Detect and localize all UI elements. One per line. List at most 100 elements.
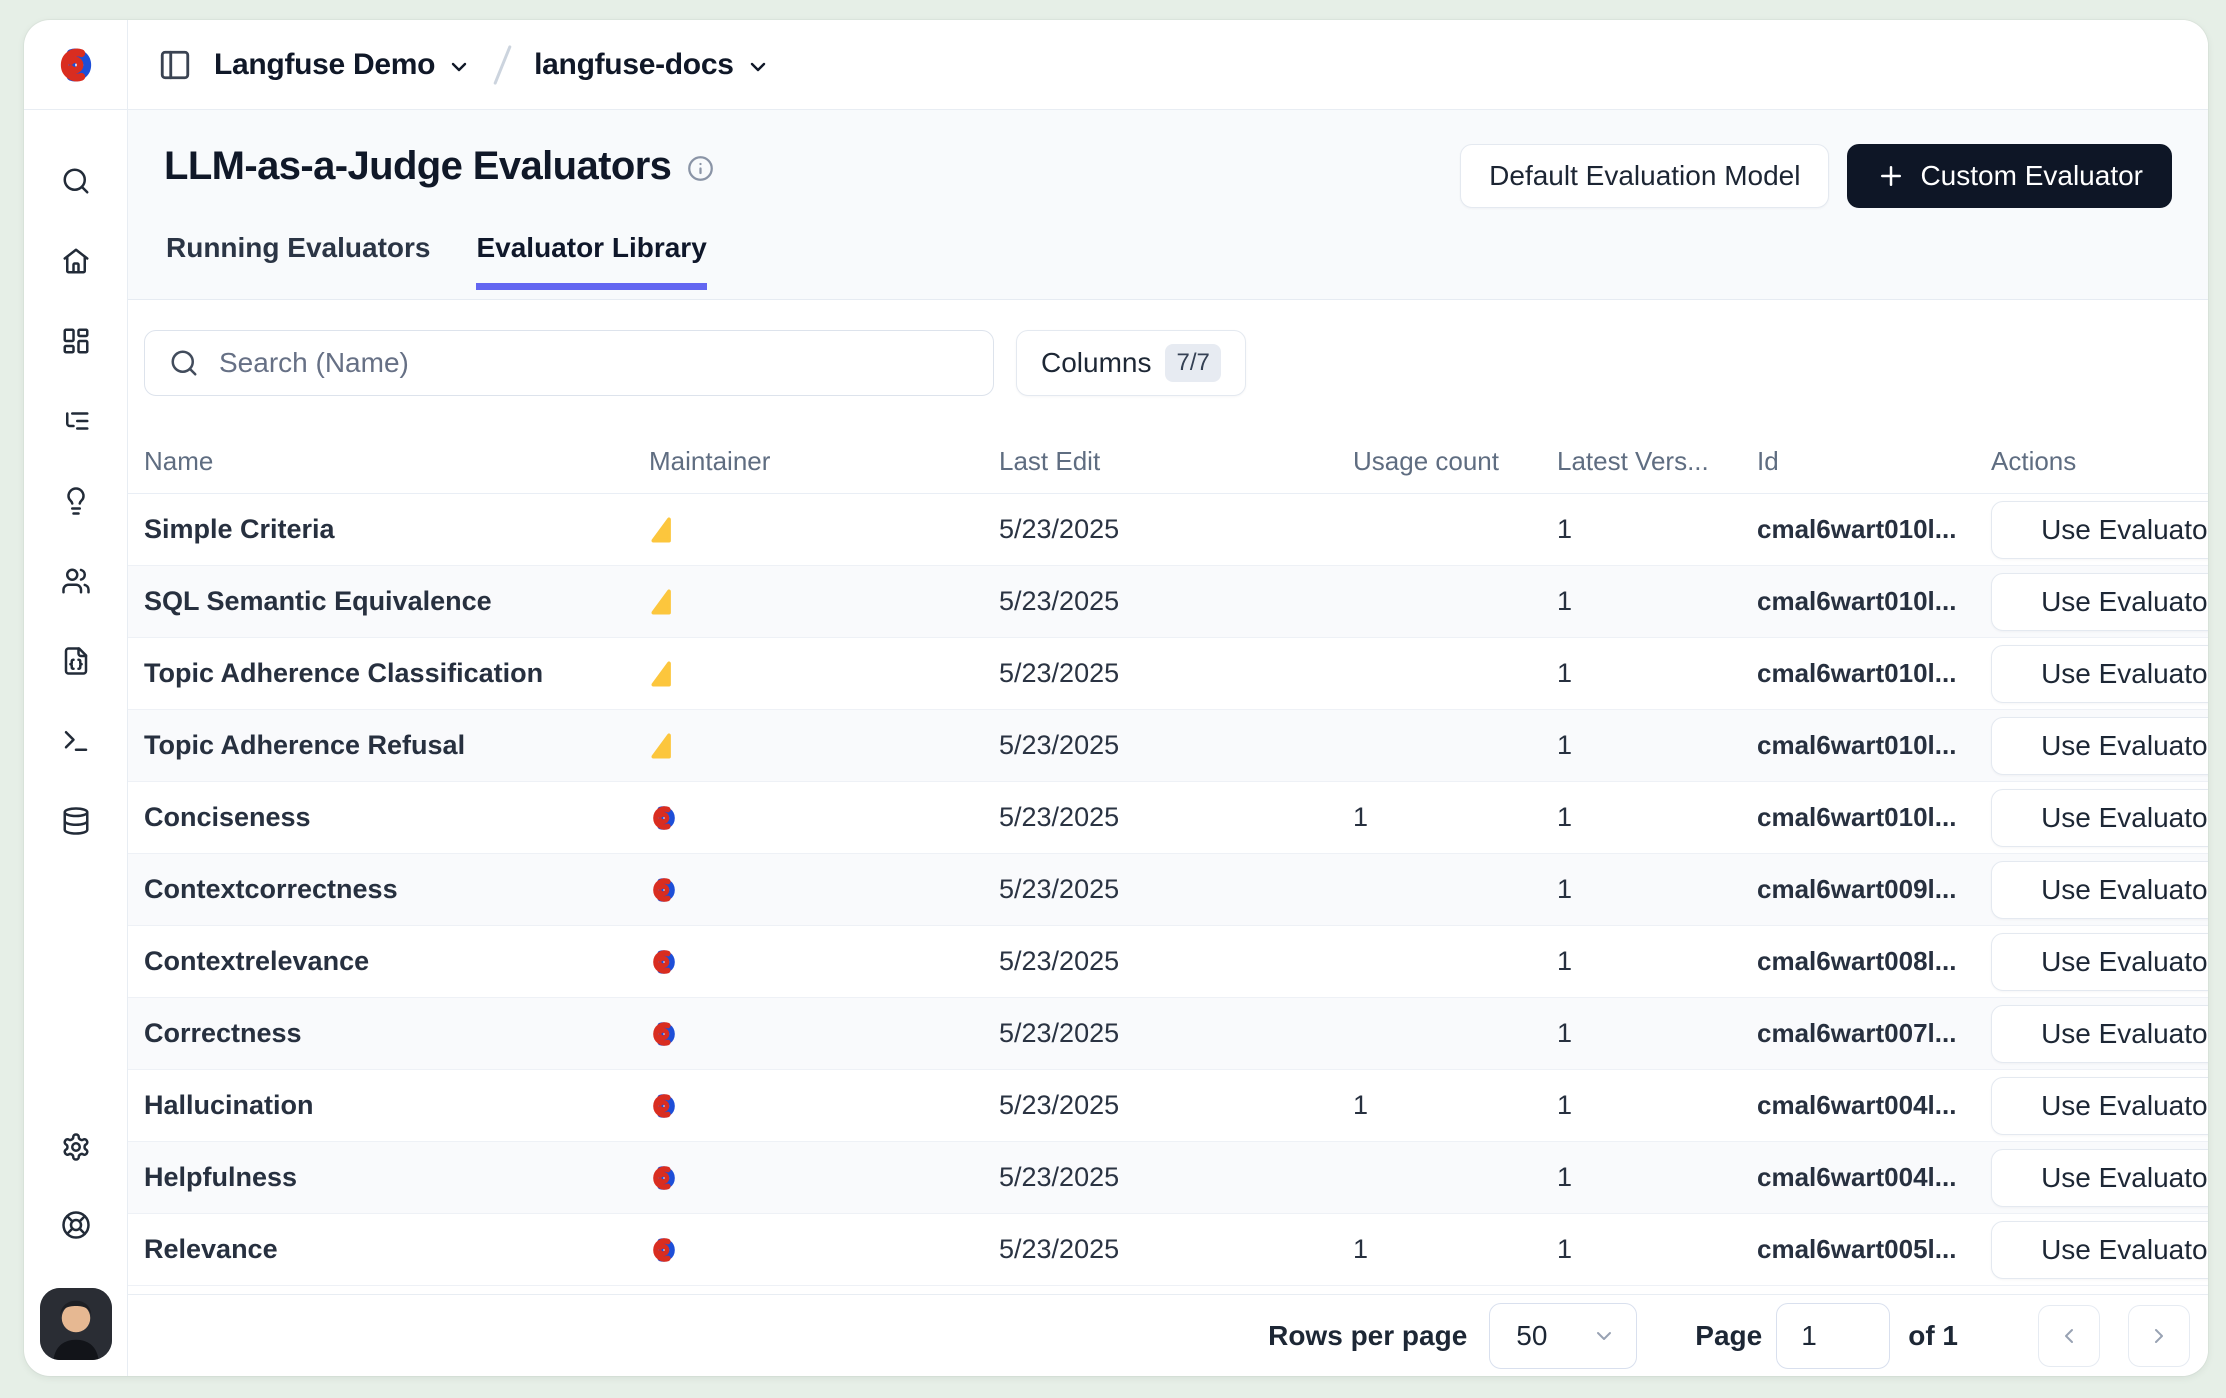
row-latest-version: 1 <box>1557 1234 1757 1265</box>
sidebar-toggle-icon[interactable] <box>158 48 192 82</box>
settings-icon[interactable] <box>61 1132 91 1162</box>
row-latest-version: 1 <box>1557 514 1757 545</box>
dashboard-icon[interactable] <box>61 326 91 356</box>
langfuse-logo[interactable] <box>24 20 127 110</box>
use-evaluator-button[interactable]: Use Evaluator <box>1991 789 2208 847</box>
table-row: Contextrelevance 5/23/2025 1 cmal6wart00… <box>128 926 2208 998</box>
org-switcher[interactable]: Langfuse Demo <box>214 48 471 82</box>
row-id: cmal6wart004l... <box>1757 1162 1991 1193</box>
row-latest-version: 1 <box>1557 730 1757 761</box>
terminal-icon[interactable] <box>61 726 91 756</box>
project-switcher[interactable]: langfuse-docs <box>534 48 769 82</box>
row-id: cmal6wart007l... <box>1757 1018 1991 1049</box>
table-row: SQL Semantic Equivalence 5/23/2025 1 cma… <box>128 566 2208 638</box>
column-header-latest-version: Latest Vers... <box>1557 446 1757 477</box>
row-latest-version: 1 <box>1557 1162 1757 1193</box>
tree-list-icon[interactable] <box>61 406 91 436</box>
table-row: Topic Adherence Classification 5/23/2025… <box>128 638 2208 710</box>
row-usage-count: 1 <box>1353 1090 1557 1121</box>
use-evaluator-button[interactable]: Use Evaluator <box>1991 717 2208 775</box>
column-header-actions: Actions <box>1991 446 2208 477</box>
lifebuoy-icon[interactable] <box>61 1210 91 1240</box>
rows-per-page-value: 50 <box>1516 1320 1547 1352</box>
maintainer-langfuse-icon <box>649 947 999 977</box>
page-number-input[interactable] <box>1776 1303 1890 1369</box>
default-evaluation-model-button[interactable]: Default Evaluation Model <box>1460 144 1829 208</box>
custom-evaluator-label: Custom Evaluator <box>1920 160 2143 192</box>
previous-page-button[interactable] <box>2038 1305 2100 1367</box>
users-icon[interactable] <box>61 566 91 596</box>
row-id: cmal6wart004l... <box>1757 1090 1991 1121</box>
row-last-edit: 5/23/2025 <box>999 658 1353 689</box>
row-last-edit: 5/23/2025 <box>999 1162 1353 1193</box>
column-header-last-edit: Last Edit <box>999 446 1353 477</box>
use-evaluator-button[interactable]: Use Evaluator <box>1991 1149 2208 1207</box>
row-name: Hallucination <box>144 1090 649 1121</box>
use-evaluator-button[interactable]: Use Evaluator <box>1991 573 2208 631</box>
tab-evaluator-library[interactable]: Evaluator Library <box>476 232 706 290</box>
search-input[interactable] <box>217 346 969 380</box>
row-latest-version: 1 <box>1557 802 1757 833</box>
row-latest-version: 1 <box>1557 1018 1757 1049</box>
maintainer-ragas-icon <box>649 515 999 545</box>
table-row: Hallucination 5/23/2025 1 1 cmal6wart004… <box>128 1070 2208 1142</box>
table-row: Relevance 5/23/2025 1 1 cmal6wart005l...… <box>128 1214 2208 1286</box>
search-icon[interactable] <box>61 166 91 196</box>
row-name: Relevance <box>144 1234 649 1265</box>
page-title: LLM-as-a-Judge Evaluators <box>164 144 671 189</box>
custom-evaluator-button[interactable]: Custom Evaluator <box>1847 144 2172 208</box>
row-id: cmal6wart005l... <box>1757 1234 1991 1265</box>
maintainer-langfuse-icon <box>649 1163 999 1193</box>
row-latest-version: 1 <box>1557 946 1757 977</box>
row-id: cmal6wart010l... <box>1757 802 1991 833</box>
use-evaluator-button[interactable]: Use Evaluator <box>1991 501 2208 559</box>
home-icon[interactable] <box>61 246 91 276</box>
columns-count-badge: 7/7 <box>1165 344 1220 382</box>
columns-button[interactable]: Columns 7/7 <box>1016 330 1246 396</box>
row-id: cmal6wart010l... <box>1757 658 1991 689</box>
maintainer-langfuse-icon <box>649 1235 999 1265</box>
breadcrumb-separator <box>493 44 512 84</box>
maintainer-langfuse-icon <box>649 1019 999 1049</box>
row-name: Contextcorrectness <box>144 874 649 905</box>
row-name: Contextrelevance <box>144 946 649 977</box>
row-last-edit: 5/23/2025 <box>999 802 1353 833</box>
info-icon[interactable] <box>687 155 714 182</box>
row-latest-version: 1 <box>1557 658 1757 689</box>
row-last-edit: 5/23/2025 <box>999 1234 1353 1265</box>
page-total: of 1 <box>1908 1320 1958 1352</box>
row-name: Topic Adherence Refusal <box>144 730 649 761</box>
search-box <box>144 330 994 396</box>
use-evaluator-button[interactable]: Use Evaluator <box>1991 861 2208 919</box>
use-evaluator-button[interactable]: Use Evaluator <box>1991 933 2208 991</box>
table-row: Conciseness 5/23/2025 1 1 cmal6wart010l.… <box>128 782 2208 854</box>
user-avatar[interactable] <box>40 1288 112 1360</box>
rows-per-page-select[interactable]: 50 <box>1489 1303 1637 1369</box>
row-latest-version: 1 <box>1557 1090 1757 1121</box>
lightbulb-icon[interactable] <box>61 486 91 516</box>
use-evaluator-button[interactable]: Use Evaluator <box>1991 1221 2208 1279</box>
maintainer-ragas-icon <box>649 731 999 761</box>
maintainer-langfuse-icon <box>649 875 999 905</box>
tab-running-evaluators[interactable]: Running Evaluators <box>166 232 430 290</box>
row-id: cmal6wart010l... <box>1757 730 1991 761</box>
row-last-edit: 5/23/2025 <box>999 1018 1353 1049</box>
database-icon[interactable] <box>61 806 91 836</box>
column-header-id: Id <box>1757 446 1991 477</box>
row-last-edit: 5/23/2025 <box>999 1090 1353 1121</box>
chevron-down-icon <box>447 55 471 79</box>
use-evaluator-button[interactable]: Use Evaluator <box>1991 645 2208 703</box>
project-name: langfuse-docs <box>534 48 733 82</box>
row-last-edit: 5/23/2025 <box>999 586 1353 617</box>
use-evaluator-button[interactable]: Use Evaluator <box>1991 1077 2208 1135</box>
maintainer-langfuse-icon <box>649 803 999 833</box>
file-json-icon[interactable] <box>61 646 91 676</box>
table-body: Simple Criteria 5/23/2025 1 cmal6wart010… <box>128 494 2208 1294</box>
column-header-maintainer: Maintainer <box>649 446 999 477</box>
next-page-button[interactable] <box>2128 1305 2190 1367</box>
row-name: SQL Semantic Equivalence <box>144 586 649 617</box>
plus-icon <box>1876 161 1906 191</box>
maintainer-ragas-icon <box>649 587 999 617</box>
use-evaluator-button[interactable]: Use Evaluator <box>1991 1005 2208 1063</box>
table-row: Helpfulness 5/23/2025 1 cmal6wart004l...… <box>128 1142 2208 1214</box>
